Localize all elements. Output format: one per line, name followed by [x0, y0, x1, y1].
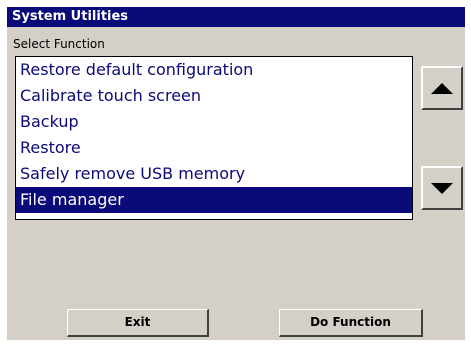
- triangle-up-icon: [431, 82, 453, 94]
- exit-button[interactable]: Exit: [67, 309, 209, 337]
- select-function-label: Select Function: [13, 37, 105, 51]
- list-item-calibrate-touch-screen[interactable]: Calibrate touch screen: [16, 83, 412, 109]
- list-item-backup[interactable]: Backup: [16, 109, 412, 135]
- list-item-restore-default-configuration[interactable]: Restore default configuration: [16, 57, 412, 83]
- list-item-safely-remove-usb-memory[interactable]: Safely remove USB memory: [16, 161, 412, 187]
- triangle-down-icon: [431, 182, 453, 194]
- function-list[interactable]: Restore default configuration Calibrate …: [15, 56, 413, 220]
- scroll-up-button[interactable]: [421, 66, 463, 110]
- system-utilities-window: System Utilities Select Function Restore…: [7, 7, 465, 340]
- window-title: System Utilities: [7, 7, 465, 27]
- list-item-restore[interactable]: Restore: [16, 135, 412, 161]
- list-item-file-manager[interactable]: File manager: [16, 187, 412, 213]
- do-function-button[interactable]: Do Function: [279, 309, 423, 337]
- scroll-down-button[interactable]: [421, 166, 463, 210]
